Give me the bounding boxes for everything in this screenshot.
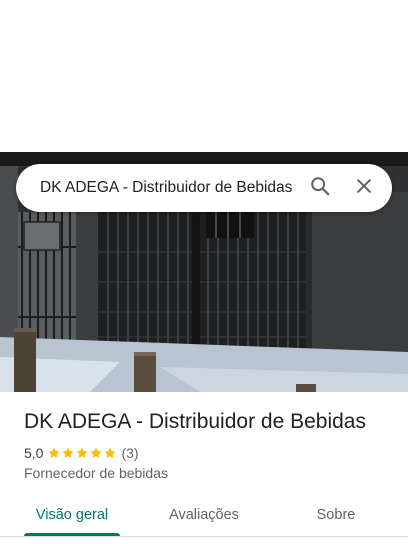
rating-stars (47, 446, 117, 460)
star-icon (90, 447, 103, 459)
place-category[interactable]: Fornecedor de bebidas (24, 465, 168, 481)
rating-value: 5,0 (24, 445, 44, 461)
rating-row[interactable]: 5,0 (3) (24, 444, 139, 462)
review-count[interactable]: (3) (121, 445, 138, 461)
tab-reviews[interactable]: Avaliações (144, 494, 264, 536)
star-icon (104, 447, 117, 459)
place-tabs: Visão geral Avaliações Sobre (0, 494, 408, 536)
star-icon (76, 447, 89, 459)
tabs-divider (0, 536, 408, 537)
search-button[interactable] (298, 166, 342, 210)
place-title: DK ADEGA - Distribuidor de Bebidas (24, 410, 366, 433)
tab-overview[interactable]: Visão geral (0, 494, 144, 536)
close-button[interactable] (342, 166, 386, 210)
search-input[interactable]: DK ADEGA - Distribuidor de Bebidas (40, 179, 292, 197)
search-bar[interactable]: DK ADEGA - Distribuidor de Bebidas (16, 164, 392, 212)
tab-about[interactable]: Sobre (264, 494, 408, 536)
search-icon (309, 175, 331, 202)
star-icon (48, 447, 61, 459)
close-icon (354, 176, 374, 201)
star-icon (62, 447, 75, 459)
